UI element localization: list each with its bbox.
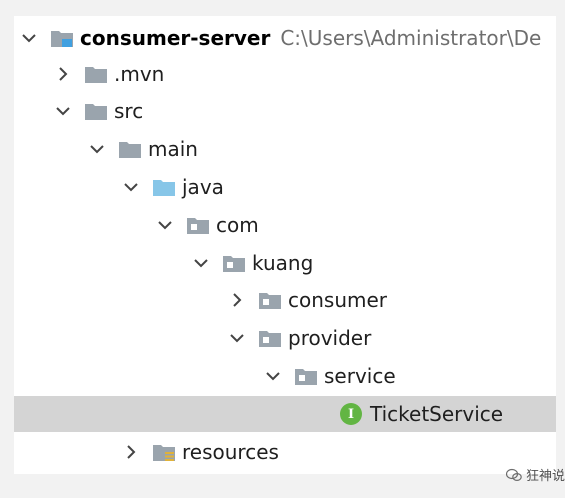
chevron-down-icon[interactable] [226,327,248,349]
resources-folder-icon [152,442,176,462]
chevron-right-icon[interactable] [52,63,74,85]
package-label: kuang [252,251,314,275]
project-tree-panel: consumer-server C:\Users\Administrator\D… [14,16,556,474]
package-label: consumer [288,288,388,312]
chevron-down-icon[interactable] [154,214,176,236]
interface-icon: I [340,403,362,425]
interface-label: TicketService [370,402,504,426]
module-path: C:\Users\Administrator\De [280,26,542,50]
tree-row-ticket-service[interactable]: I TicketService [14,396,556,432]
folder-icon [118,139,142,159]
package-label: com [216,213,259,237]
tree-row-com[interactable]: com [14,207,556,243]
tree-row-consumer-server[interactable]: consumer-server C:\Users\Administrator\D… [14,20,556,56]
package-icon [186,215,210,235]
chevron-right-icon[interactable] [226,289,248,311]
folder-label: src [114,99,144,123]
chevron-down-icon[interactable] [190,252,212,274]
chevron-right-icon[interactable] [120,441,142,463]
folder-icon [84,64,108,84]
watermark: 狂神说 [505,465,565,484]
tree-row-consumer[interactable]: consumer [14,282,556,318]
package-icon [294,366,318,386]
package-icon [222,253,246,273]
tree-row-main[interactable]: main [14,131,556,167]
chevron-down-icon[interactable] [262,365,284,387]
package-label: provider [288,326,372,350]
tree-row-provider[interactable]: provider [14,320,556,356]
folder-label: java [182,175,224,199]
chevron-down-icon[interactable] [52,100,74,122]
source-folder-icon [152,177,176,197]
chevron-down-icon[interactable] [18,27,40,49]
chevron-down-icon[interactable] [86,138,108,160]
tree-row-kuang[interactable]: kuang [14,245,556,281]
tree-row-java[interactable]: java [14,169,556,205]
watermark-text: 狂神说 [525,469,565,484]
package-icon [258,328,282,348]
package-icon [258,290,282,310]
tree-row-mvn[interactable]: .mvn [14,56,556,92]
folder-label: resources [182,440,279,464]
folder-label: main [148,137,198,161]
folder-label: .mvn [114,62,165,86]
wechat-icon [505,468,522,481]
tree-row-service[interactable]: service [14,358,556,394]
folder-icon [84,101,108,121]
module-folder-icon [50,28,74,48]
tree-row-resources[interactable]: resources [14,434,556,470]
module-name: consumer-server [80,26,271,50]
chevron-down-icon[interactable] [120,176,142,198]
tree-row-src[interactable]: src [14,93,556,129]
package-label: service [324,364,396,388]
